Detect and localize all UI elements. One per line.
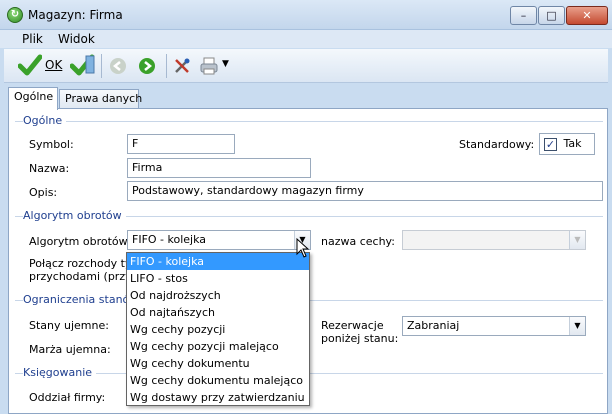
standard-checkbox[interactable]: ✓ xyxy=(544,137,557,151)
reservation-combo-value: Zabraniaj xyxy=(407,319,460,332)
chevron-down-icon[interactable]: ▼ xyxy=(569,317,585,335)
group-divider xyxy=(15,121,603,122)
standard-checkbox-group[interactable]: ✓ Tak xyxy=(539,133,595,155)
printer-icon[interactable] xyxy=(199,56,219,79)
dropdown-option[interactable]: Wg cechy pozycji malejąco xyxy=(127,338,309,355)
section-title-limits: Ograniczenia stanów xyxy=(23,293,143,306)
standard-checkbox-label: Tak xyxy=(563,137,582,150)
tools-icon[interactable] xyxy=(173,57,191,78)
mouse-cursor-icon xyxy=(296,237,310,261)
chevron-down-icon[interactable]: ▼ xyxy=(569,231,585,249)
merge-label-line2: przychodami (przyc xyxy=(29,270,138,283)
dropdown-option[interactable]: Wg dostawy przy zatwierdzaniu xyxy=(127,389,309,406)
feature-name-label: nazwa cechy: xyxy=(321,235,395,248)
maximize-button[interactable]: □ xyxy=(538,6,565,25)
ok-button[interactable]: OK xyxy=(45,58,62,72)
branch-label: Oddział firmy: xyxy=(29,391,106,404)
window: ↻ Magazyn: Firma – □ ✕ Plik Widok OK ▼ O… xyxy=(0,0,612,414)
dropdown-option[interactable]: FIFO - kolejka xyxy=(127,253,309,270)
tab-data-rights[interactable]: Prawa danych xyxy=(59,89,142,109)
menu-widok[interactable]: Widok xyxy=(58,32,95,46)
description-label: Opis: xyxy=(29,186,58,199)
section-title-accounting: Księgowanie xyxy=(23,366,97,379)
nav-forward-icon[interactable] xyxy=(138,57,156,78)
negative-stock-label: Stany ujemne: xyxy=(29,319,109,332)
toolbar: OK ▼ xyxy=(4,49,608,83)
dropdown-arrow-icon[interactable]: ▼ xyxy=(222,59,229,69)
algorithm-dropdown-list[interactable]: FIFO - kolejka LIFO - stos Od najdroższy… xyxy=(126,252,310,406)
tab-general[interactable]: Ogólne xyxy=(8,87,58,110)
name-field[interactable]: Firma xyxy=(127,158,311,178)
check-edit-icon[interactable] xyxy=(69,53,96,80)
minimize-button[interactable]: – xyxy=(510,6,537,25)
standard-label: Standardowy: xyxy=(459,138,535,151)
close-button[interactable]: ✕ xyxy=(566,6,608,25)
reservation-combo[interactable]: Zabraniaj ▼ xyxy=(402,316,586,336)
dropdown-option[interactable]: Od najdroższych xyxy=(127,287,309,304)
dropdown-option[interactable]: Wg cechy dokumentu malejąco xyxy=(127,372,309,389)
feature-name-combo[interactable]: ▼ xyxy=(402,230,586,250)
symbol-label: Symbol: xyxy=(29,138,74,151)
dropdown-option[interactable]: Wg cechy pozycji xyxy=(127,321,309,338)
toolbar-separator xyxy=(166,54,167,78)
algorithm-label: Algorytm obrotów: xyxy=(29,235,131,248)
dropdown-option[interactable]: Od najtańszych xyxy=(127,304,309,321)
section-title-turnover: Algorytm obrotów xyxy=(23,209,126,222)
toolbar-separator xyxy=(101,54,102,78)
section-title-general: Ogólne xyxy=(23,114,67,127)
dropdown-option[interactable]: LIFO - stos xyxy=(127,270,309,287)
menu-plik[interactable]: Plik xyxy=(22,32,43,46)
title-bar[interactable]: ↻ Magazyn: Firma – □ ✕ xyxy=(0,0,612,30)
app-icon: ↻ xyxy=(7,7,23,23)
nav-back-icon[interactable] xyxy=(109,57,127,78)
algorithm-combo-value: FIFO - kolejka xyxy=(132,233,207,246)
negative-margin-label: Marża ujemna: xyxy=(29,343,111,356)
algorithm-combo[interactable]: FIFO - kolejka ▼ xyxy=(127,230,311,250)
name-label: Nazwa: xyxy=(29,162,70,175)
menu-bar: Plik Widok xyxy=(0,30,612,48)
symbol-field[interactable]: F xyxy=(127,134,235,154)
reservation-label-line2: poniżej stanu: xyxy=(321,332,399,345)
checkmark-icon[interactable] xyxy=(17,54,43,79)
dropdown-option[interactable]: Wg cechy dokumentu xyxy=(127,355,309,372)
merge-label-line1: Połącz rozchody tyl xyxy=(29,257,135,270)
description-field[interactable]: Podstawowy, standardowy magazyn firmy xyxy=(127,181,603,201)
window-title: Magazyn: Firma xyxy=(28,8,123,22)
reservation-label-line1: Rezerwacje xyxy=(321,319,384,332)
